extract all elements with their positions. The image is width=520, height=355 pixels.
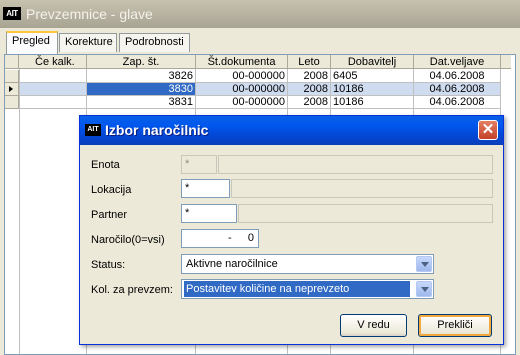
col-dobavitelj[interactable]: Dobavitelj [331, 55, 414, 69]
table-row-selected[interactable]: 3830 00-000000 2008 10186 04.06.2008 [5, 83, 511, 96]
cell-dat-veljave: 04.06.2008 [414, 70, 501, 83]
status-select[interactable]: Aktivne naročilnice [181, 254, 434, 274]
cell-ce-kalk [19, 70, 87, 83]
tab-pregled[interactable]: Pregled [6, 31, 58, 54]
cell-zap-st: 3826 [87, 70, 196, 83]
col-ce-kalk[interactable]: Če kalk. [19, 55, 87, 69]
cell-dobavitelj: 10186 [331, 83, 414, 96]
lokacija-label: Lokacija [91, 184, 132, 196]
dialog-titlebar[interactable]: AIT Izbor naročilnic ✕ [80, 116, 503, 145]
table-row[interactable]: 3831 00-000000 2008 10186 04.06.2008 [5, 96, 511, 109]
cell-dat-veljave: 04.06.2008 [414, 96, 501, 109]
col-zap-st[interactable]: Zap. št. [87, 55, 196, 69]
cancel-button[interactable]: Prekliči [418, 314, 492, 337]
cell-dobavitelj: 6405 [331, 70, 414, 83]
row-indicator [5, 70, 19, 83]
quantity-mode-select[interactable]: Postavitev količine na neprevzeto [181, 279, 434, 299]
narocilo-prefix: - [228, 232, 232, 244]
quantity-mode-value: Postavitev količine na neprevzeto [184, 281, 410, 297]
window-title: Prevzemnice - glave [26, 6, 153, 22]
lokacija-description [231, 179, 493, 198]
col-st-dokumenta[interactable]: Št.dokumenta [196, 55, 288, 69]
cell-ce-kalk [19, 96, 87, 109]
tab-korekture[interactable]: Korekture [59, 33, 117, 52]
tab-podrobnosti[interactable]: Podrobnosti [119, 33, 190, 52]
cell-leto: 2008 [288, 96, 331, 109]
kolicina-label: Kol. za prevzem: [91, 284, 173, 296]
tab-bar: Pregled Korekture Podrobnosti [0, 28, 520, 54]
grid-header: Če kalk. Zap. št. Št.dokumenta Leto Doba… [5, 55, 511, 69]
ok-button[interactable]: V redu [340, 314, 407, 337]
table-row[interactable]: 3826 00-000000 2008 6405 04.06.2008 [5, 70, 511, 83]
cell-zap-st: 3831 [87, 96, 196, 109]
cell-dat-veljave: 04.06.2008 [414, 83, 501, 96]
enota-field[interactable]: * [181, 155, 217, 174]
cell-st-dokumenta: 00-000000 [196, 96, 288, 109]
order-selection-dialog: AIT Izbor naročilnic ✕ Enota * Lokacija … [79, 115, 504, 345]
row-indicator [5, 96, 19, 109]
close-icon: ✕ [481, 121, 495, 138]
dialog-title: Izbor naročilnic [105, 122, 209, 138]
narocilo-value: 0 [247, 232, 254, 244]
col-dat-veljave[interactable]: Dat.veljave [414, 55, 501, 69]
cell-ce-kalk [19, 83, 87, 96]
close-button[interactable]: ✕ [478, 120, 498, 140]
cell-leto: 2008 [288, 70, 331, 83]
narocilo-field[interactable]: - 0 [181, 229, 259, 248]
col-leto[interactable]: Leto [288, 55, 331, 69]
partner-description [238, 204, 493, 223]
cell-leto: 2008 [288, 83, 331, 96]
partner-field[interactable]: * [181, 204, 237, 223]
enota-description [218, 155, 493, 174]
current-row-arrow-icon [9, 86, 13, 92]
header-indicator [5, 55, 19, 69]
cell-st-dokumenta: 00-000000 [196, 83, 288, 96]
status-label: Status: [91, 259, 126, 271]
partner-label: Partner [91, 209, 128, 221]
app-logo: AIT [3, 7, 21, 20]
narocilo-label: Naročilo(0=vsi) [91, 234, 165, 246]
cell-zap-st: 3830 [87, 83, 196, 96]
row-indicator [5, 83, 19, 96]
cell-dobavitelj: 10186 [331, 96, 414, 109]
lokacija-field[interactable]: * [181, 179, 230, 198]
enota-label: Enota [91, 159, 120, 171]
status-value: Aktivne naročilnice [186, 258, 278, 270]
dialog-logo: AIT [85, 124, 101, 136]
cell-st-dokumenta: 00-000000 [196, 70, 288, 83]
chevron-down-icon[interactable] [416, 256, 432, 272]
grid-line [19, 69, 20, 354]
main-titlebar[interactable]: AIT Prevzemnice - glave [0, 0, 520, 28]
chevron-down-icon[interactable] [416, 281, 432, 297]
